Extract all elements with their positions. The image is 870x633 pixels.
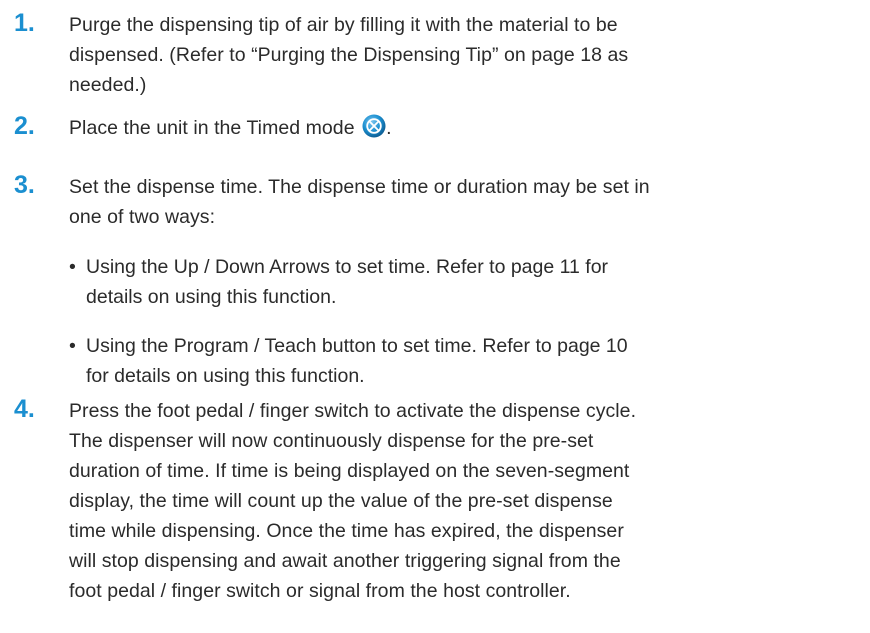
- timed-mode-icon: [362, 114, 386, 138]
- step-text-line: Set the dispense time. The dispense time…: [69, 176, 650, 198]
- bullet-text-line: details on using this function.: [86, 286, 337, 308]
- list-item: • Using the Up / Down Arrows to set time…: [69, 252, 849, 312]
- step-number: 2.: [14, 112, 35, 140]
- step-text-line: Place the unit in the Timed mode: [69, 117, 355, 139]
- step-text: Purge the dispensing tip of air by filli…: [69, 10, 859, 100]
- bullet-text-line: Using the Up / Down Arrows to set time. …: [86, 256, 609, 278]
- step-text-line: duration of time. If time is being displ…: [69, 460, 630, 482]
- step-number: 1.: [14, 9, 35, 37]
- step-text-line: Press the foot pedal / finger switch to …: [69, 400, 637, 422]
- bullet-text: Using the Up / Down Arrows to set time. …: [69, 252, 849, 312]
- step-text-line: foot pedal / finger switch or signal fro…: [69, 580, 571, 602]
- bullet-text-line: Using the Program / Teach button to set …: [86, 335, 628, 357]
- step-text-line: The dispenser will now continuously disp…: [69, 430, 594, 452]
- list-item: • Using the Program / Teach button to se…: [69, 331, 849, 391]
- step-text-line: will stop dispensing and await another t…: [69, 550, 621, 572]
- step-text: Press the foot pedal / finger switch to …: [69, 396, 859, 606]
- bullet-text-line: for details on using this function.: [86, 365, 365, 387]
- step-text-line: Purge the dispensing tip of air by filli…: [69, 14, 618, 36]
- step-text-line: needed.): [69, 74, 147, 96]
- step-text: Place the unit in the Timed mode .: [69, 113, 859, 143]
- bullet-dot: •: [69, 335, 76, 357]
- step-text-line: time while dispensing. Once the time has…: [69, 520, 624, 542]
- bullet-dot: •: [69, 256, 76, 278]
- step-text-punctuation: .: [386, 117, 392, 139]
- step-number: 4.: [14, 395, 35, 423]
- bullet-text: Using the Program / Teach button to set …: [69, 331, 849, 391]
- step-number: 3.: [14, 171, 35, 199]
- step-text-line: dispensed. (Refer to “Purging the Dispen…: [69, 44, 629, 66]
- step-text-line: display, the time will count up the valu…: [69, 490, 613, 512]
- step-text: Set the dispense time. The dispense time…: [69, 172, 859, 232]
- step-text-line: one of two ways:: [69, 206, 216, 228]
